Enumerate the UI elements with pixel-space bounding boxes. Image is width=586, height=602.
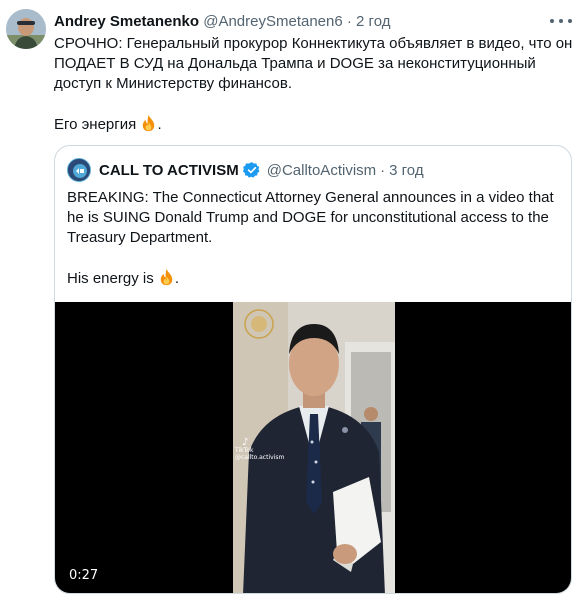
author-name[interactable]: Andrey Smetanenko [54,13,199,30]
author-avatar[interactable] [6,9,46,49]
video-frame[interactable]: ♪ TikTok @callto.activism [233,302,395,593]
more-horizontal-icon[interactable] [550,12,572,30]
tweet-header: Andrey Smetanenko @AndreySmetanen6 · 2 г… [54,11,574,33]
quoted-author-handle[interactable]: @CalltoActivism [267,162,376,179]
author-handle[interactable]: @AndreySmetanen6 [203,13,342,30]
quoted-text-energy: His energy is [67,270,154,287]
verified-badge-icon [242,162,260,178]
tweet-time[interactable]: 2 год [356,13,390,30]
quoted-text-main: BREAKING: The Connecticut Attorney Gener… [67,189,554,246]
quoted-tweet-header: CALL TO ACTIVISM @CalltoActivism · 3 год [67,158,559,182]
tweet-text-main: СРОЧНО: Генеральный прокурор Коннектикут… [54,35,573,92]
tiktok-handle: @callto.activism [235,454,285,461]
fire-emoji-icon [143,114,155,132]
tweet-text-secondary: Его энергия . [54,114,580,135]
quoted-text-secondary: His energy is . [67,268,561,289]
tweet[interactable]: Andrey Smetanenko @AndreySmetanen6 · 2 г… [0,0,586,602]
fire-emoji-icon [160,268,173,286]
tiktok-watermark: TikTok @callto.activism [235,447,284,461]
quoted-tweet-time[interactable]: 3 год [389,162,423,179]
tiktok-brand: TikTok [235,447,254,454]
tweet-text-energy: Его энергия [54,116,137,133]
quoted-text-period: . [174,270,180,287]
video-player[interactable]: ♪ TikTok @callto.activism 0:27 [55,302,571,593]
separator: · [346,13,352,30]
quoted-separator: · [380,161,386,179]
tweet-text: СРОЧНО: Генеральный прокурор Коннектикут… [54,34,580,135]
quoted-author-name[interactable]: CALL TO ACTIVISM [99,162,239,179]
video-duration: 0:27 [69,568,99,583]
tweet-text-period: . [157,116,162,133]
quoted-tweet[interactable]: CALL TO ACTIVISM @CalltoActivism · 3 год… [54,145,572,594]
quoted-tweet-text: BREAKING: The Connecticut Attorney Gener… [67,188,561,289]
quoted-author-avatar[interactable] [67,158,91,182]
